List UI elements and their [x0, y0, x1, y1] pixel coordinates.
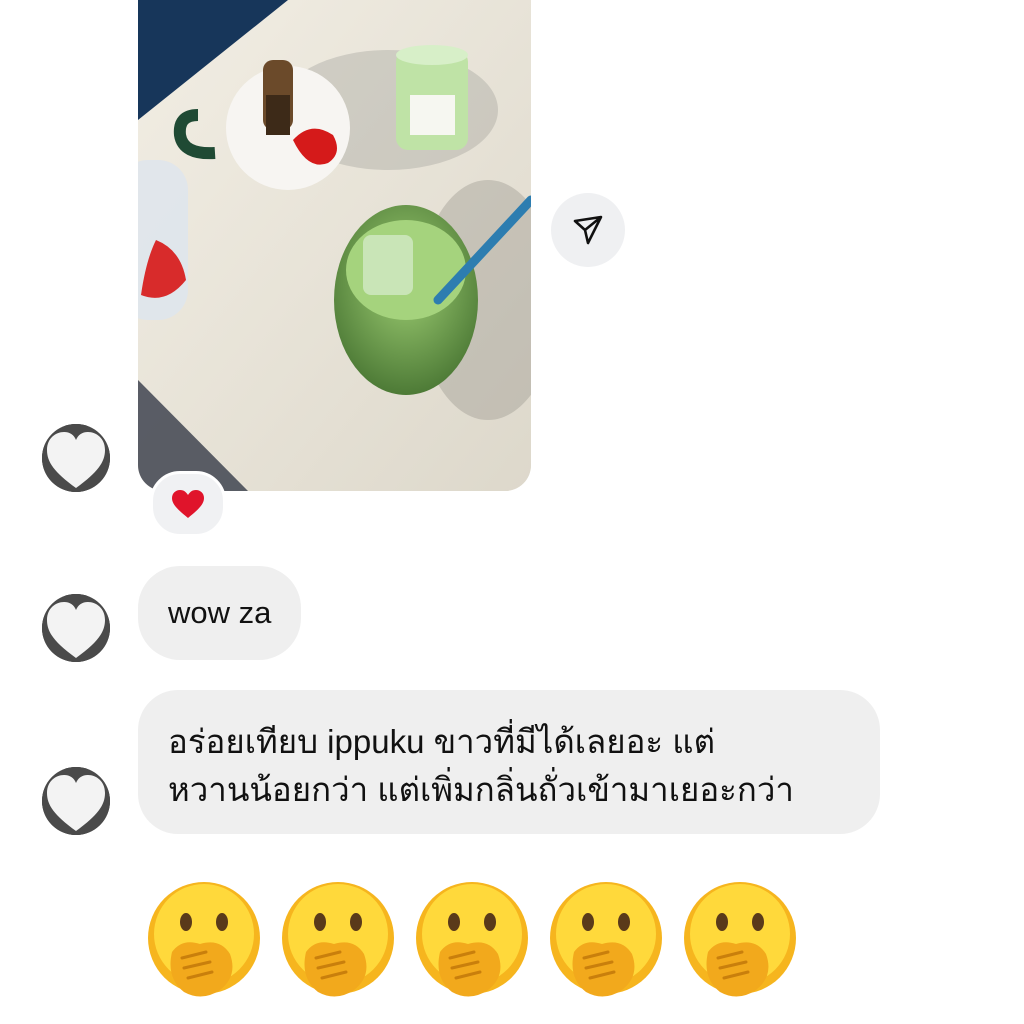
face-with-hand-over-mouth-icon — [550, 882, 662, 997]
matcha-photo — [138, 0, 531, 491]
face-with-hand-over-mouth-icon — [148, 882, 260, 997]
avatar[interactable] — [42, 767, 110, 835]
message-bubble[interactable]: อร่อยเทียบ ippuku ขาวที่มีได้เลยอะ แต่ ห… — [138, 690, 880, 834]
heart-reaction[interactable] — [150, 471, 226, 537]
heart-avatar-icon — [42, 767, 110, 835]
heart-avatar-icon — [42, 424, 110, 492]
avatar[interactable] — [42, 424, 110, 492]
shared-photo-message[interactable] — [138, 0, 531, 491]
face-with-hand-over-mouth-icon — [416, 882, 528, 997]
red-heart-icon — [172, 490, 204, 518]
face-with-hand-over-mouth-icon — [684, 882, 796, 997]
paper-plane-icon — [573, 215, 603, 245]
message-text-line: หวานน้อยกว่า แต่เพิ่มกลิ่นถั่วเข้ามาเยอะ… — [168, 771, 794, 808]
share-button[interactable] — [551, 193, 625, 267]
avatar[interactable] — [42, 594, 110, 662]
message-text: wow za — [168, 595, 272, 630]
face-with-hand-over-mouth-icon — [282, 882, 394, 997]
message-bubble[interactable]: wow za — [138, 566, 302, 660]
message-text-line: อร่อยเทียบ ippuku ขาวที่มีได้เลยอะ แต่ — [168, 723, 715, 760]
heart-avatar-icon — [42, 594, 110, 662]
